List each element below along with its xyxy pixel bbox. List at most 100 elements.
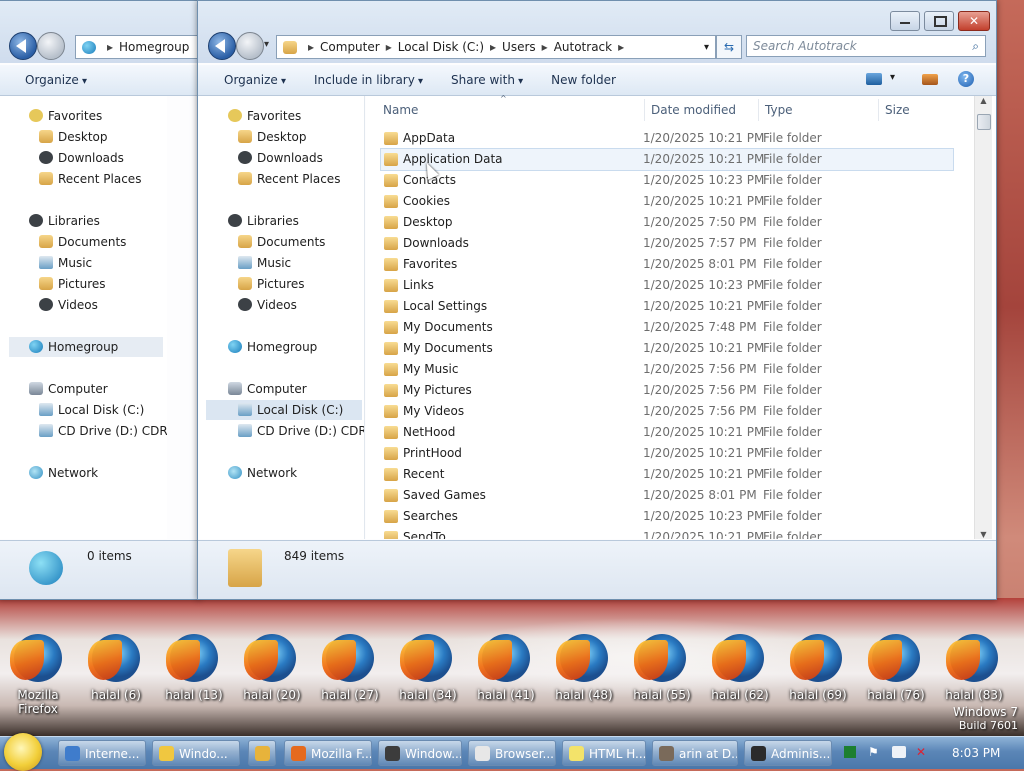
taskbar-button[interactable]: Window... [378,740,462,766]
desktop-shortcut[interactable]: halal (69) [788,634,848,702]
desktop-shortcut[interactable]: halal (41) [476,634,536,702]
firefox-icon [634,634,686,682]
file-row[interactable]: NetHood 1/20/2025 10:21 PM File folder [381,422,953,443]
desktop-shortcut[interactable]: halal (20) [242,634,302,702]
nav-favorites[interactable]: Favorites [228,106,301,126]
share-with-button[interactable]: Share with [441,73,533,87]
file-name: My Documents [403,341,493,355]
file-row[interactable]: AppData 1/20/2025 10:21 PM File folder [381,128,953,149]
file-row[interactable]: Saved Games 1/20/2025 8:01 PM File folder [381,485,953,506]
address-dropdown-icon[interactable]: ▾ [704,42,709,53]
address-bar[interactable]: ▸ Computer ▸ Local Disk (C:) ▸ Users ▸ A… [276,35,716,59]
forward-button[interactable] [236,32,264,60]
taskbar-button[interactable]: Browser... [468,740,556,766]
clock[interactable]: 8:03 PM [952,746,1000,760]
start-button[interactable] [4,733,42,771]
app-icon [385,746,400,761]
file-type: File folder [763,257,822,271]
search-input[interactable]: Search Autotrack ⌕ [746,35,986,57]
refresh-button[interactable]: ⇆ [716,35,742,59]
file-date: 1/20/2025 10:21 PM [643,446,765,460]
desktop-shortcut[interactable]: Mozilla Firefox [8,634,68,716]
firefox-icon [790,634,842,682]
column-name[interactable]: Name [383,99,418,121]
volume-muted-icon[interactable]: ✕ [916,745,926,759]
file-row[interactable]: My Pictures 1/20/2025 7:56 PM File folder [381,380,953,401]
file-row[interactable]: Cookies 1/20/2025 10:21 PM File folder [381,191,953,212]
scroll-thumb[interactable] [977,114,991,130]
file-type: File folder [763,236,822,250]
help-icon[interactable]: ? [958,71,974,87]
preview-pane-icon[interactable] [922,74,938,85]
file-row[interactable]: Downloads 1/20/2025 7:57 PM File folder [381,233,953,254]
taskbar-button[interactable] [248,740,276,766]
file-row[interactable]: Application Data 1/20/2025 10:21 PM File f… [380,148,954,171]
file-type: File folder [763,131,822,145]
taskbar-button[interactable]: HTML H... [562,740,646,766]
forward-button[interactable] [37,32,65,60]
file-name: NetHood [403,425,456,439]
desktop-shortcut[interactable]: halal (27) [320,634,380,702]
taskbar-button[interactable]: arin at D... [652,740,738,766]
desktop-shortcut[interactable]: halal (13) [164,634,224,702]
organize-button[interactable]: Organize [15,73,97,87]
file-row[interactable]: Links 1/20/2025 10:23 PM File folder [381,275,953,296]
crumb-users[interactable]: Users [502,40,536,54]
taskbar-button[interactable]: Mozilla F... [284,740,372,766]
file-name: Favorites [403,257,458,271]
crumb-autotrack[interactable]: Autotrack [554,40,612,54]
recent-pages-icon[interactable]: ▾ [264,39,269,50]
crumb-local-disk[interactable]: Local Disk (C:) [398,40,484,54]
back-button[interactable] [208,32,236,60]
address-bar[interactable]: ▸ Homegroup [75,35,207,59]
desktop-shortcut[interactable]: halal (55) [632,634,692,702]
column-date-modified[interactable]: Date modified [644,99,736,121]
file-row[interactable]: My Videos 1/20/2025 7:56 PM File folder [381,401,953,422]
shortcut-label: halal (55) [633,688,691,702]
search-icon[interactable]: ⌕ [972,39,979,54]
back-button[interactable] [9,32,37,60]
file-row[interactable]: Contacts 1/20/2025 10:23 PM File folder [381,170,953,191]
include-in-library-button[interactable]: Include in library [304,73,433,87]
view-dropdown-icon[interactable]: ▾ [890,72,895,83]
taskbar-button[interactable]: Windo... [152,740,240,766]
desktop-shortcut[interactable]: halal (62) [710,634,770,702]
taskbar-button[interactable]: Interne... [58,740,146,766]
file-row[interactable]: Recent 1/20/2025 10:21 PM File folder [381,464,953,485]
taskbar-button[interactable]: Adminis... [744,740,832,766]
desktop-shortcut[interactable]: halal (76) [866,634,926,702]
column-size[interactable]: Size [878,99,910,121]
vertical-scrollbar[interactable]: ▲ ▼ [974,96,992,539]
scroll-down-icon[interactable]: ▼ [975,530,992,539]
explorer-window-autotrack[interactable]: ✕ ▾ ▸ Computer ▸ Local Disk (C:) ▸ Users… [197,0,997,600]
file-row[interactable]: Searches 1/20/2025 10:23 PM File folder [381,506,953,527]
desktop-shortcut[interactable]: halal (6) [86,634,146,702]
file-row[interactable]: My Documents 1/20/2025 10:21 PM File folde… [381,338,953,359]
file-row[interactable]: Local Settings 1/20/2025 10:21 PM File fol… [381,296,953,317]
file-row[interactable]: My Documents 1/20/2025 7:48 PM File folder [381,317,953,338]
view-options-icon[interactable] [866,73,882,85]
flag-icon[interactable]: ⚑ [868,745,879,759]
file-row[interactable]: Favorites 1/20/2025 8:01 PM File folder [381,254,953,275]
desktop-shortcut[interactable]: halal (83) [944,634,1004,702]
file-date: 1/20/2025 10:21 PM [643,341,765,355]
file-row[interactable]: Desktop 1/20/2025 7:50 PM File folder [381,212,953,233]
file-row[interactable]: PrintHood 1/20/2025 10:21 PM File folder [381,443,953,464]
crumb-computer[interactable]: Computer [320,40,380,54]
organize-button[interactable]: Organize [214,73,296,87]
desktop-shortcut[interactable]: halal (34) [398,634,458,702]
action-center-icon[interactable] [844,746,856,758]
scroll-up-icon[interactable]: ▲ [975,96,992,105]
folder-icon [384,132,398,145]
firefox-icon [712,634,764,682]
close-button[interactable]: ✕ [958,11,990,31]
maximize-button[interactable] [924,11,954,31]
column-type[interactable]: Type [758,99,793,121]
nav-favorites[interactable]: Favorites [29,106,102,126]
address-homegroup[interactable]: Homegroup [119,40,189,54]
network-tray-icon[interactable] [892,746,906,758]
desktop-shortcut[interactable]: halal (48) [554,634,614,702]
file-row[interactable]: My Music 1/20/2025 7:56 PM File folder [381,359,953,380]
minimize-button[interactable] [890,11,920,31]
new-folder-button[interactable]: New folder [541,73,626,87]
